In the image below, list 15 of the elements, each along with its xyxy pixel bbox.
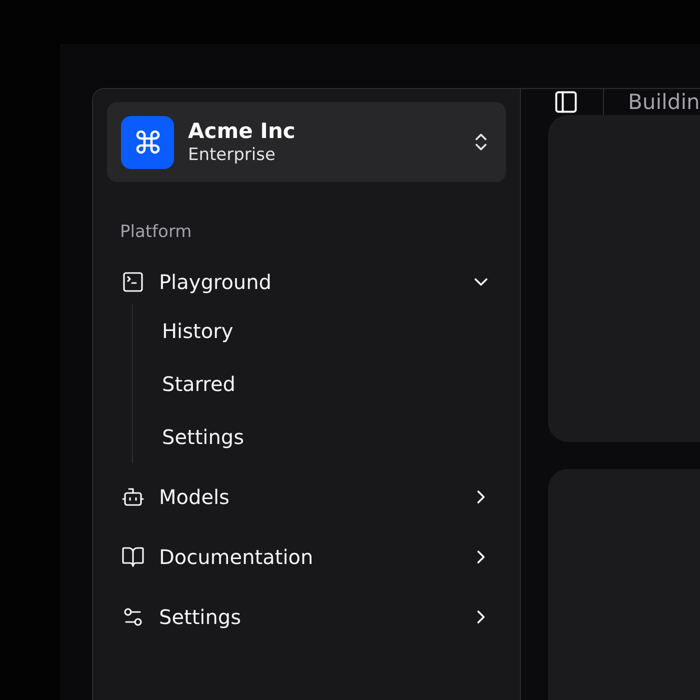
- nav-item[interactable]: Models: [107, 467, 506, 527]
- robot-icon: [121, 485, 145, 509]
- team-name: Acme Inc: [188, 119, 296, 143]
- nav-subitem[interactable]: Starred: [148, 357, 250, 410]
- nav-item[interactable]: Documentation: [107, 527, 506, 587]
- sidebar-toggle-icon[interactable]: [553, 89, 579, 115]
- terminal-icon: [121, 270, 145, 294]
- nav-item[interactable]: Settings: [107, 587, 506, 647]
- group-label: Platform: [120, 222, 192, 242]
- book-icon: [121, 545, 145, 569]
- nav-subitem[interactable]: Settings: [148, 410, 258, 463]
- team-plan: Enterprise: [188, 145, 276, 165]
- team-switcher[interactable]: Acme Inc Enterprise: [107, 102, 506, 182]
- breadcrumb[interactable]: Buildin: [628, 90, 700, 114]
- command-logo-icon: [121, 116, 174, 168]
